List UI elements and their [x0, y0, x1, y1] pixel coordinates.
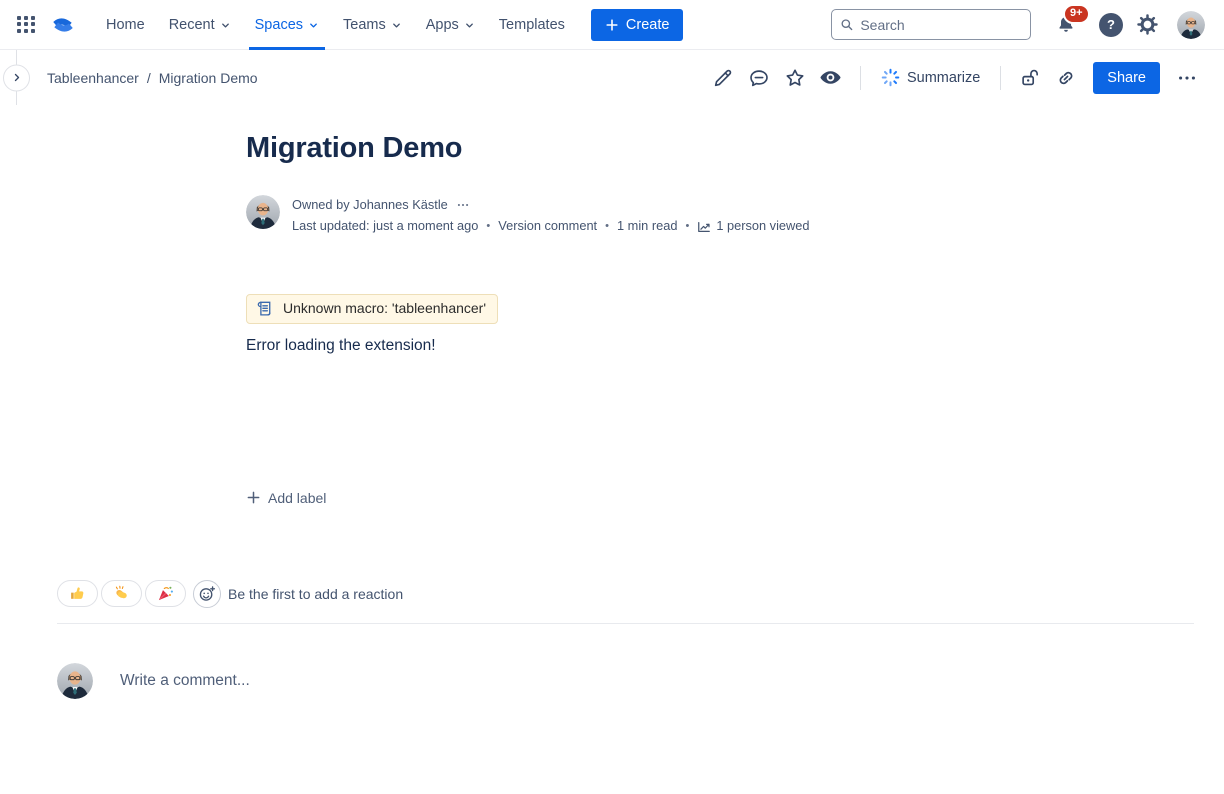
- macro-scroll-icon: [255, 299, 274, 318]
- reactions-bar: Be the first to add a reaction: [57, 580, 1224, 608]
- analytics-views[interactable]: 1 person viewed: [697, 216, 809, 236]
- extension-error-text: Error loading the extension!: [246, 337, 1224, 355]
- nav-item-apps[interactable]: Apps: [414, 0, 487, 50]
- pencil-icon: [712, 67, 734, 89]
- add-label-button[interactable]: Add label: [246, 488, 330, 508]
- avatar: [1177, 11, 1205, 39]
- search-input[interactable]: [860, 17, 1022, 33]
- unknown-macro-placeholder[interactable]: Unknown macro: 'tableenhancer': [246, 294, 498, 324]
- primary-nav: Home Recent Spaces Teams Apps Templates: [94, 0, 577, 50]
- current-user-avatar: [57, 663, 93, 699]
- notification-badge: 9+: [1063, 4, 1090, 24]
- confluence-logo-icon[interactable]: [50, 12, 76, 38]
- page-actions: Summarize Share: [708, 62, 1202, 94]
- breadcrumb-space-link[interactable]: Tableenhancer: [47, 70, 139, 86]
- comments-divider: [57, 623, 1194, 624]
- eye-icon: [819, 66, 842, 89]
- breadcrumb-page-link[interactable]: Migration Demo: [159, 70, 258, 86]
- create-button[interactable]: Create: [591, 9, 684, 41]
- divider: [1000, 66, 1001, 90]
- reaction-prompt-text: Be the first to add a reaction: [228, 586, 403, 602]
- byline: Owned by Johannes Kästle Last updated: j…: [246, 195, 1224, 237]
- watch-button[interactable]: [816, 63, 846, 93]
- chevron-down-icon: [220, 20, 231, 31]
- chevron-down-icon: [464, 20, 475, 31]
- link-icon: [1055, 67, 1077, 89]
- help-button[interactable]: ?: [1099, 13, 1123, 37]
- owned-by-text[interactable]: Owned by Johannes Kästle: [292, 195, 448, 215]
- add-reaction-button[interactable]: [193, 580, 221, 608]
- app-switcher-icon[interactable]: [14, 13, 38, 37]
- owner-more-icon[interactable]: [456, 198, 470, 212]
- nav-item-spaces[interactable]: Spaces: [243, 0, 331, 50]
- question-mark-icon: ?: [1107, 17, 1115, 32]
- copy-link-button[interactable]: [1051, 63, 1081, 93]
- comment-bubble-icon: [748, 67, 770, 89]
- top-navigation: Home Recent Spaces Teams Apps Templates …: [0, 0, 1224, 50]
- plus-icon: [246, 490, 261, 505]
- star-icon: [784, 67, 806, 89]
- edit-button[interactable]: [708, 63, 738, 93]
- unlock-icon: [1019, 67, 1041, 89]
- summarize-button[interactable]: Summarize: [875, 64, 986, 91]
- breadcrumb: Tableenhancer / Migration Demo: [47, 70, 258, 86]
- clap-emoji: [113, 585, 130, 602]
- macro-error-text: Unknown macro: 'tableenhancer': [283, 300, 486, 316]
- analytics-chart-icon: [697, 220, 711, 234]
- page-content: Migration Demo Owned by Johannes Kästle …: [0, 132, 1224, 699]
- restrictions-button[interactable]: [1015, 63, 1045, 93]
- page-title: Migration Demo: [246, 132, 1224, 165]
- notifications-button[interactable]: 9+: [1053, 12, 1079, 38]
- share-button[interactable]: Share: [1093, 62, 1160, 94]
- owner-avatar[interactable]: [246, 195, 280, 229]
- chevron-down-icon: [308, 20, 319, 31]
- smiley-plus-icon: [198, 585, 216, 603]
- reaction-clap-button[interactable]: [101, 580, 142, 607]
- profile-button[interactable]: [1162, 8, 1208, 42]
- nav-item-recent[interactable]: Recent: [157, 0, 243, 50]
- nav-utilities: 9+ ?: [831, 8, 1208, 42]
- page-header-bar: Tableenhancer / Migration Demo: [0, 50, 1224, 105]
- breadcrumb-separator: /: [147, 70, 151, 86]
- search-icon: [840, 17, 853, 32]
- plus-icon: [605, 18, 619, 32]
- divider: [860, 66, 861, 90]
- chevron-down-icon: [391, 20, 402, 31]
- settings-button[interactable]: [1133, 10, 1162, 39]
- sparkle-icon: [881, 68, 900, 87]
- thumbs-up-emoji: [69, 585, 86, 602]
- gear-icon: [1136, 13, 1159, 36]
- expand-sidebar-button[interactable]: [3, 64, 30, 91]
- more-actions-button[interactable]: [1172, 63, 1202, 93]
- comment-button[interactable]: [744, 63, 774, 93]
- read-time-text: 1 min read: [617, 216, 677, 236]
- comment-placeholder-text[interactable]: Write a comment...: [120, 672, 250, 690]
- chevron-right-icon: [11, 72, 23, 84]
- search-box[interactable]: [831, 9, 1031, 40]
- version-comment-link[interactable]: Version comment: [498, 216, 597, 236]
- party-popper-emoji: [157, 585, 174, 602]
- nav-item-templates[interactable]: Templates: [487, 0, 577, 50]
- reaction-thumbs-up-button[interactable]: [57, 580, 98, 607]
- nav-item-teams[interactable]: Teams: [331, 0, 414, 50]
- ellipsis-icon: [1176, 67, 1198, 89]
- reaction-party-popper-button[interactable]: [145, 580, 186, 607]
- comment-composer[interactable]: Write a comment...: [57, 663, 1224, 699]
- last-updated-text: Last updated: just a moment ago: [292, 216, 478, 236]
- nav-item-home[interactable]: Home: [94, 0, 157, 50]
- favourite-button[interactable]: [780, 63, 810, 93]
